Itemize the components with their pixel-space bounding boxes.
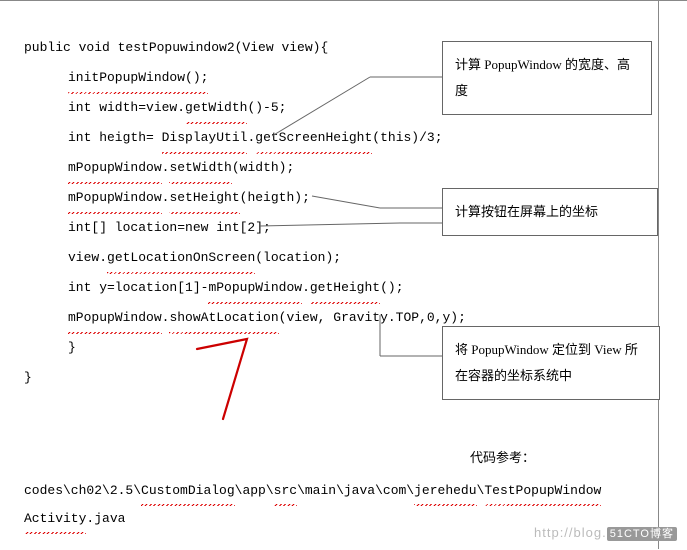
code-brace: } — [24, 370, 32, 385]
code-text: setHeight — [169, 183, 239, 213]
callout-box-3: 将 PopupWindow 定位到 View 所在容器的坐标系统中 — [442, 326, 660, 400]
code-text: int y=location[1]- — [68, 280, 208, 295]
code-text: getWidth — [185, 93, 247, 123]
path-text: CustomDialog — [141, 477, 235, 505]
code-text: showAtLocation — [169, 303, 278, 333]
code-text: DisplayUtil — [162, 123, 248, 153]
code-line: mPopupWindow.setHeight(heigth); — [24, 183, 444, 213]
path-text: codes\ch02\2.5\ — [24, 483, 141, 498]
code-brace: } — [68, 340, 76, 355]
code-text: getLocationOnScreen — [107, 243, 255, 273]
code-text: . — [162, 310, 170, 325]
callout-text: 将 PopupWindow 定位到 View 所在容器的坐标系统中 — [455, 342, 638, 383]
path-text: .java — [86, 511, 125, 526]
code-line: view.getLocationOnScreen(location); — [24, 243, 444, 273]
code-text: getHeight — [310, 273, 380, 303]
code-text: . — [247, 130, 255, 145]
code-line: int[] location=new int[2]; — [24, 213, 444, 243]
callout-text: 计算按钮在屏幕上的坐标 — [455, 204, 598, 219]
code-text: int heigth= — [68, 130, 162, 145]
code-reference-label: 代码参考： — [470, 447, 535, 466]
callout-text: 计算 PopupWindow 的宽度、高度 — [455, 57, 630, 98]
code-line: public void testPopuwindow2(View view){ — [24, 33, 444, 63]
code-text: (location); — [255, 250, 341, 265]
callout-box-1: 计算 PopupWindow 的宽度、高度 — [442, 41, 652, 115]
code-text: int width=view. — [68, 100, 185, 115]
code-text: . — [302, 280, 310, 295]
path-text: jerehedu — [414, 477, 476, 505]
path-text: \ — [477, 483, 485, 498]
code-text: setWidth — [169, 153, 231, 183]
callout-text: 代码参考： — [470, 450, 535, 465]
code-text: . — [162, 190, 170, 205]
code-line: mPopupWindow.showAtLocation(view, Gravit… — [24, 303, 444, 333]
watermark: http://blog.51CTO博客 — [534, 525, 677, 541]
code-text: mPopupWindow — [68, 153, 162, 183]
code-text: . — [162, 160, 170, 175]
code-line: } — [24, 363, 444, 393]
code-text: (heigth); — [240, 190, 310, 205]
watermark-prefix: http://blog. — [534, 525, 607, 540]
code-text: mPopupWindow — [208, 273, 302, 303]
path-text: TestPopupWindow — [484, 477, 601, 505]
code-text: int[] location=new int[2]; — [68, 220, 271, 235]
path-text: Activity — [24, 505, 86, 533]
path-text: \main\java\com\ — [297, 483, 414, 498]
code-line: } — [24, 333, 444, 363]
code-line: initPopupWindow(); — [24, 63, 444, 93]
code-text: (width); — [232, 160, 294, 175]
code-text: mPopupWindow — [68, 303, 162, 333]
code-block: public void testPopuwindow2(View view){ … — [24, 33, 444, 393]
path-text: src — [274, 477, 297, 505]
code-line: int width=view.getWidth()-5; — [24, 93, 444, 123]
code-text: public void testPopuwindow2(View view){ — [24, 40, 328, 55]
code-text: getScreenHeight — [255, 123, 372, 153]
watermark-badge: 51CTO博客 — [607, 527, 677, 541]
code-line: int y=location[1]-mPopupWindow.getHeight… — [24, 273, 444, 303]
path-text: \app\ — [235, 483, 274, 498]
code-text: mPopupWindow — [68, 183, 162, 213]
code-line: mPopupWindow.setWidth(width); — [24, 153, 444, 183]
callout-box-2: 计算按钮在屏幕上的坐标 — [442, 188, 658, 236]
code-text: (this)/3; — [372, 130, 442, 145]
code-text: view. — [68, 250, 107, 265]
code-text: (); — [380, 280, 403, 295]
page-right-border — [658, 1, 659, 549]
code-text: initPopupWindow(); — [68, 63, 208, 93]
path-line-1: codes\ch02\2.5\CustomDialog\app\src\main… — [24, 477, 654, 505]
code-line: int heigth= DisplayUtil.getScreenHeight(… — [24, 123, 444, 153]
code-text: (view, Gravity.TOP,0,y); — [279, 310, 466, 325]
code-text: ()-5; — [247, 100, 286, 115]
